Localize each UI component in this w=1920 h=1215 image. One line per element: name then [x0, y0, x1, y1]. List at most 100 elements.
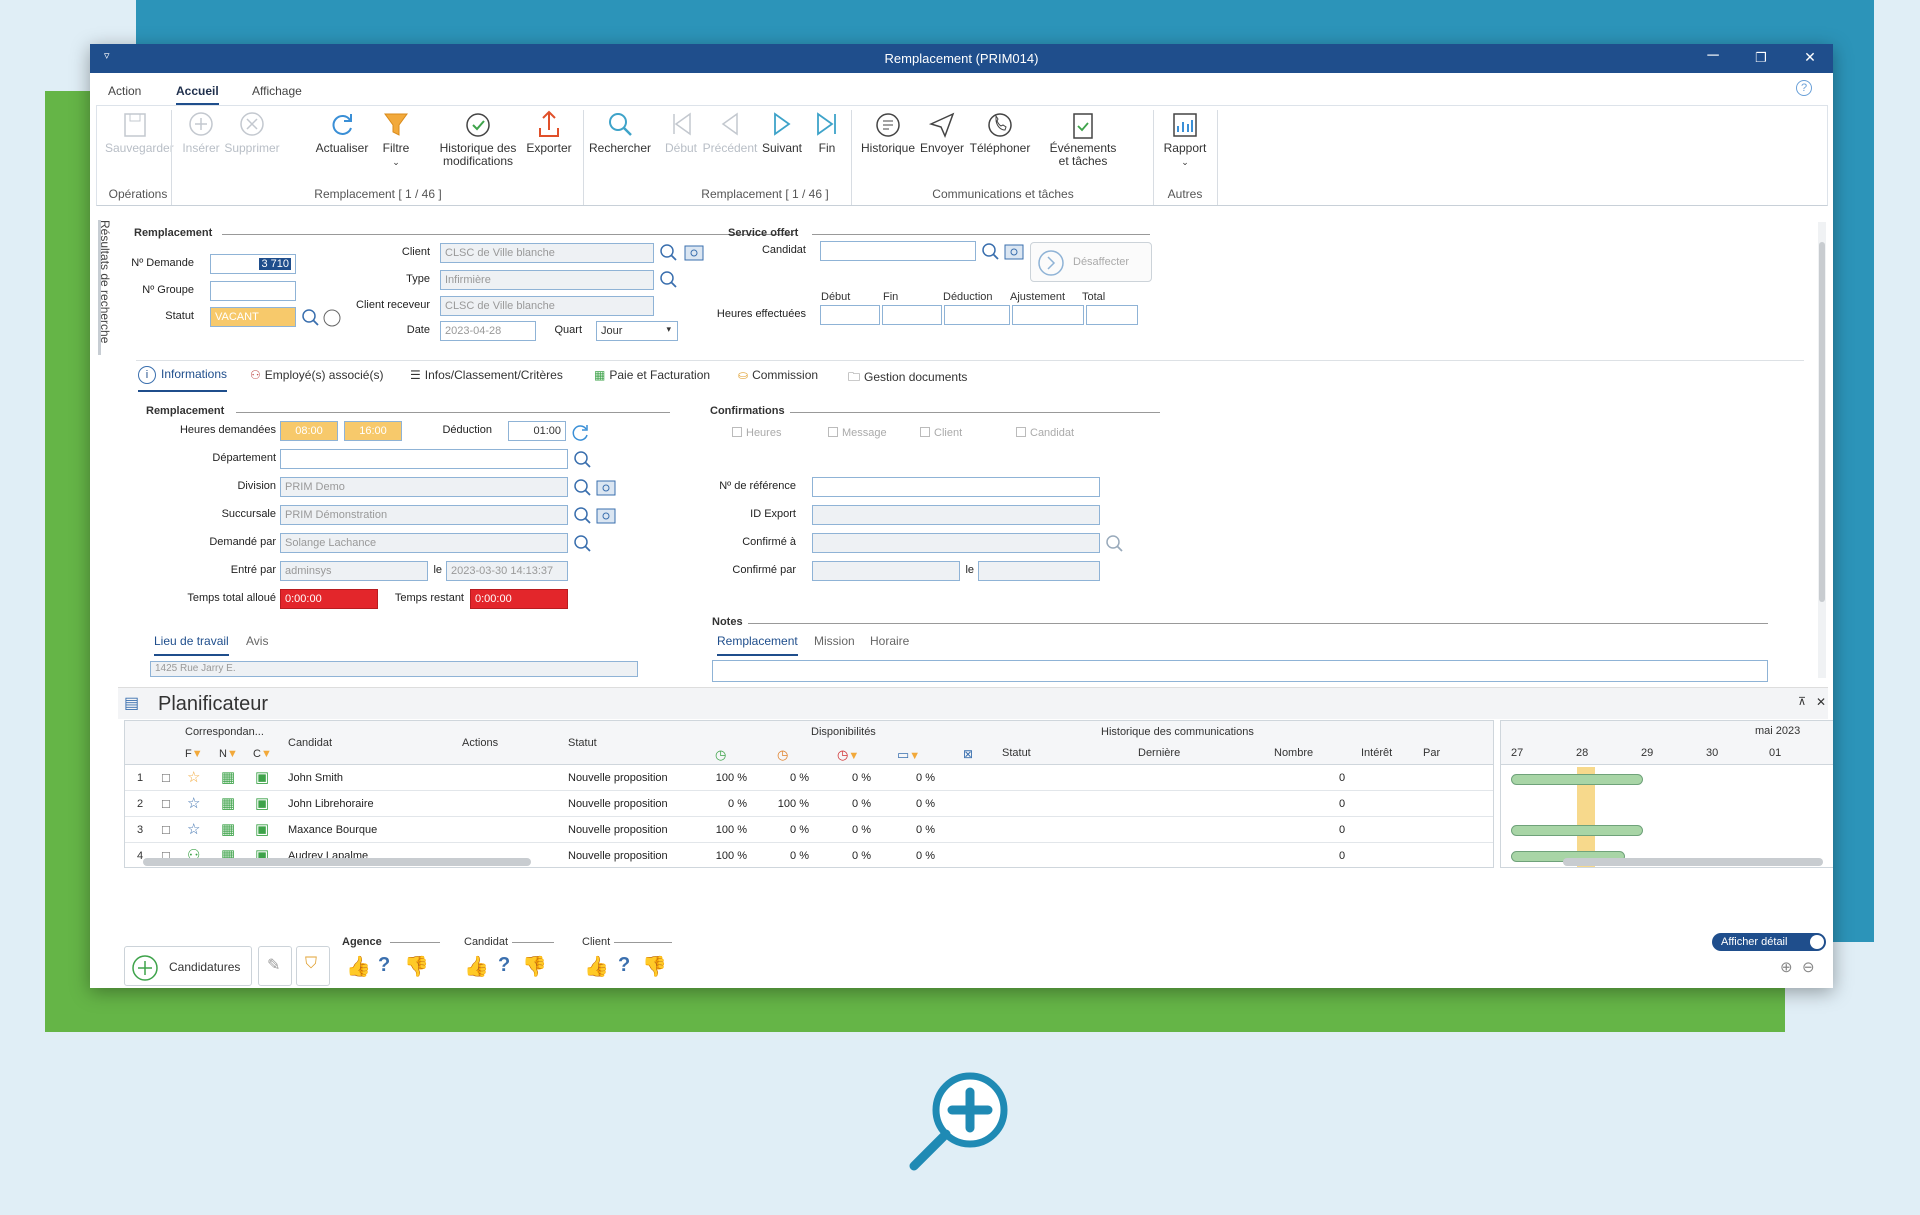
insert-button[interactable]: Insérer	[181, 108, 221, 155]
division-field[interactable]: PRIM Demo	[280, 477, 568, 497]
phone-button[interactable]: Téléphoner	[969, 108, 1031, 155]
client-receveur-field[interactable]: CLSC de Ville blanche	[440, 296, 654, 316]
actions-header[interactable]: Actions	[462, 737, 498, 749]
card-icon[interactable]	[596, 478, 616, 498]
candidatures-button[interactable]: Candidatures	[124, 946, 252, 986]
clock-green-icon[interactable]: ◷	[715, 747, 726, 763]
debut-field[interactable]	[820, 305, 880, 325]
confirme-le-field[interactable]	[978, 561, 1100, 581]
candidat-field[interactable]	[820, 241, 976, 261]
derniere-header[interactable]: Dernière	[1138, 747, 1180, 759]
history-changes-button[interactable]: Historique des modifications	[433, 108, 523, 168]
refresh-icon[interactable]	[570, 422, 590, 442]
form-scroll-thumb[interactable]	[1819, 242, 1825, 602]
notes-tab-horaire[interactable]: Horaire	[870, 634, 909, 648]
par-header[interactable]: Par	[1423, 747, 1440, 759]
tab-action[interactable]: Action	[108, 84, 141, 98]
search-icon[interactable]	[658, 243, 678, 263]
no-groupe-field[interactable]	[210, 281, 296, 301]
fin-field[interactable]	[882, 305, 942, 325]
thumbs-up-icon[interactable]: 👍	[346, 954, 371, 979]
thumbs-down-icon[interactable]: 👎	[522, 954, 547, 979]
checkbox[interactable]: ☐	[161, 772, 171, 785]
quart-select[interactable]: Jour ▾	[596, 321, 678, 341]
tab-affichage[interactable]: Affichage	[252, 84, 302, 98]
notes-tab-mission[interactable]: Mission	[814, 634, 855, 648]
search-results-side-tab[interactable]: Résultats de recherche	[98, 220, 112, 355]
question-icon[interactable]: ?	[378, 954, 390, 977]
check-candidat[interactable]: Candidat	[1016, 427, 1074, 439]
deduction-field[interactable]	[944, 305, 1010, 325]
form-scrollbar[interactable]	[1818, 222, 1826, 678]
clock-red-filter-icon[interactable]: ◷▼	[837, 747, 859, 763]
table-row[interactable]: 2 ☐ ☆ ▦ ▣ John Librehoraire Nouvelle propositi…	[125, 791, 1493, 817]
c-filter-header[interactable]: C▼	[253, 748, 272, 760]
question-icon[interactable]: ?	[618, 954, 630, 977]
help-icon[interactable]: ?	[1796, 80, 1812, 96]
thumbs-up-icon[interactable]: 👍	[464, 954, 489, 979]
filter-button[interactable]: Filtre ⌄	[375, 108, 417, 169]
panel-close-icon[interactable]: ✕	[1816, 695, 1826, 709]
check-heures[interactable]: Heures	[732, 427, 781, 439]
card-icon[interactable]	[596, 506, 616, 526]
search-icon[interactable]	[572, 478, 592, 498]
zoom-out-icon[interactable]: ⊖	[1802, 958, 1815, 976]
zoom-in-icon[interactable]: ⊕	[1780, 958, 1793, 976]
match-n-icon[interactable]: ▦	[221, 768, 235, 786]
send-button[interactable]: Envoyer	[919, 108, 965, 155]
id-export-field[interactable]	[812, 505, 1100, 525]
events-tasks-button[interactable]: Événements et tâches	[1043, 108, 1123, 168]
tab-infos-classement[interactable]: ☰ Infos/Classement/Critères	[410, 368, 563, 382]
no-demande-field[interactable]: 3 710	[210, 254, 296, 274]
shield-button[interactable]: ⛉	[296, 946, 330, 986]
statut-field[interactable]: VACANT	[210, 307, 296, 327]
temps-total-field[interactable]: 0:00:00	[280, 589, 378, 609]
f-filter-header[interactable]: F▼	[185, 748, 203, 760]
report-button[interactable]: Rapport ⌄	[1157, 108, 1213, 169]
type-field[interactable]: Infirmière	[440, 270, 654, 290]
deduction-input[interactable]: 01:00	[508, 421, 566, 441]
delete-button[interactable]: Supprimer	[223, 108, 281, 155]
heure-debut-field[interactable]: 08:00	[280, 421, 338, 441]
desaffecter-button[interactable]: Désaffecter	[1030, 242, 1152, 282]
temps-restant-field[interactable]: 0:00:00	[470, 589, 568, 609]
confirme-par-field[interactable]	[812, 561, 960, 581]
demande-par-field[interactable]: Solange Lachance	[280, 533, 568, 553]
match-n-icon[interactable]: ▦	[221, 794, 235, 812]
search-icon[interactable]	[1104, 534, 1124, 554]
afficher-detail-toggle[interactable]: Afficher détail	[1712, 933, 1826, 951]
entre-par-field[interactable]: adminsys	[280, 561, 428, 581]
gantt-bar[interactable]	[1511, 825, 1643, 836]
previous-button[interactable]: Précédent	[701, 108, 759, 155]
close-button[interactable]: ✕	[1795, 49, 1825, 66]
tab-commission[interactable]: ⛀ Commission	[738, 368, 818, 382]
next-button[interactable]: Suivant	[759, 108, 805, 155]
checkbox[interactable]: ☐	[161, 824, 171, 837]
grid-h-scrollbar[interactable]	[143, 858, 531, 866]
client-field[interactable]: CLSC de Ville blanche	[440, 243, 654, 263]
confirme-a-field[interactable]	[812, 533, 1100, 553]
n-filter-header[interactable]: N▼	[219, 748, 238, 760]
tab-accueil[interactable]: Accueil	[176, 84, 219, 105]
minimize-button[interactable]: ─	[1698, 47, 1728, 65]
checkbox[interactable]: ☐	[161, 798, 171, 811]
address-field[interactable]: 1425 Rue Jarry E.	[150, 661, 638, 677]
statut-header[interactable]: Statut	[568, 737, 597, 749]
tab-employes-associes[interactable]: ⚇ Employé(s) associé(s)	[250, 368, 383, 382]
entre-le-field[interactable]: 2023-03-30 14:13:37	[446, 561, 568, 581]
edit-button[interactable]: ✎	[258, 946, 292, 986]
heure-fin-field[interactable]: 16:00	[344, 421, 402, 441]
interet-header[interactable]: Intérêt	[1361, 747, 1392, 759]
candidat-header[interactable]: Candidat	[288, 737, 332, 749]
match-n-icon[interactable]: ▦	[221, 820, 235, 838]
search-icon[interactable]	[980, 242, 1000, 262]
thumbs-down-icon[interactable]: 👎	[642, 954, 667, 979]
thumbs-up-icon[interactable]: 👍	[584, 954, 609, 979]
ajustement-field[interactable]	[1012, 305, 1084, 325]
match-c-icon[interactable]: ▣	[255, 768, 269, 786]
tab-paie-facturation[interactable]: ▦ Paie et Facturation	[594, 368, 710, 382]
first-button[interactable]: Début	[661, 108, 701, 155]
match-c-icon[interactable]: ▣	[255, 820, 269, 838]
tab-informations[interactable]: i Informations	[138, 366, 228, 392]
succursale-field[interactable]: PRIM Démonstration	[280, 505, 568, 525]
